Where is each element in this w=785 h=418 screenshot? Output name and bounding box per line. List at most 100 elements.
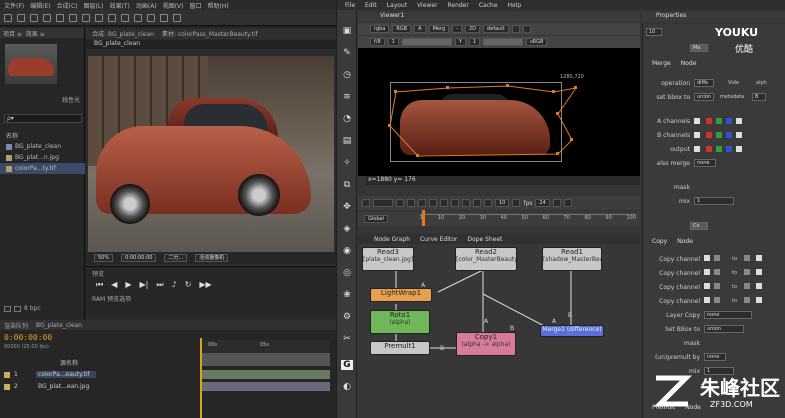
merge-node-name[interactable]: Me — [690, 44, 708, 52]
layer-name[interactable]: colorPa...eauty.tif — [36, 371, 96, 378]
layer-copy-dropdown[interactable]: none — [704, 311, 752, 319]
last-frame-button[interactable] — [473, 199, 481, 207]
camera-tool-icon[interactable] — [56, 13, 64, 22]
gain-field[interactable]: 1 — [387, 38, 399, 46]
project-search-input[interactable]: ρ▾ — [4, 114, 82, 123]
timecode-display[interactable]: 0:00:00:00 — [4, 333, 52, 342]
project-list-header[interactable]: 名称 — [0, 130, 85, 141]
rotate-tool-icon[interactable] — [43, 13, 51, 22]
camera-dropdown[interactable]: 活动摄像机 — [195, 254, 229, 262]
increment-field[interactable]: 10 — [495, 199, 510, 207]
bbox-dropdown[interactable]: union — [694, 93, 714, 101]
layer-label-color[interactable] — [4, 383, 10, 390]
gamma-slider[interactable] — [483, 38, 524, 46]
folder-icon[interactable] — [14, 305, 21, 312]
next-keyframe-button[interactable] — [462, 199, 470, 207]
channel-checkboxes[interactable] — [694, 116, 774, 156]
layer-label-color[interactable] — [4, 371, 10, 378]
ae-menu-item[interactable]: 效果(T) — [110, 1, 130, 10]
tab-effects[interactable]: 效果 ≡ — [26, 29, 45, 38]
play-icon[interactable]: ▶ — [125, 280, 131, 290]
unpremult-dropdown[interactable]: none — [704, 353, 726, 361]
back-increment-button[interactable] — [484, 199, 492, 207]
tab-copy[interactable]: Copy — [652, 238, 667, 245]
video-colorspace-label[interactable]: Vide — [728, 80, 739, 86]
input-a-dropdown[interactable]: A — [414, 25, 426, 33]
ae-menu-item[interactable]: 帮助(H) — [208, 1, 229, 10]
current-time-field[interactable]: 0:00:00:00 — [121, 254, 157, 262]
play-backward-button[interactable] — [429, 199, 437, 207]
node-roto[interactable]: Roto1 (alpha) — [370, 310, 430, 334]
ram-preview-options[interactable]: RAM 预览选项 — [86, 290, 336, 307]
copy-node-name[interactable]: Co — [690, 222, 708, 230]
prev-keyframe-button[interactable] — [407, 199, 415, 207]
trash-icon[interactable] — [4, 305, 11, 312]
node-read2[interactable]: Read2 [color_MasterBeauty.tif] — [455, 247, 517, 271]
lock-icon[interactable] — [362, 199, 370, 207]
channel-tool-icon[interactable]: ≡ — [341, 92, 353, 102]
nuke-menu-item[interactable]: Layout — [387, 2, 407, 9]
work-area-bar[interactable] — [200, 354, 330, 366]
tab-composition[interactable]: 合成: BG_plate_clean — [92, 29, 154, 38]
audio-icon[interactable]: ♪ — [172, 280, 177, 290]
image-tool-icon[interactable]: ▣ — [341, 26, 353, 36]
next-frame-button[interactable] — [451, 199, 459, 207]
tab-project[interactable]: 项目 ≡ — [3, 29, 22, 38]
cache-button[interactable] — [563, 199, 572, 207]
roto-shape-overlay[interactable] — [358, 48, 640, 176]
layer-duration-bar[interactable] — [202, 370, 330, 379]
also-merge-dropdown[interactable]: none — [694, 159, 716, 167]
transform-tool-icon[interactable]: ✥ — [341, 202, 353, 212]
preview-tab[interactable]: 预览 — [86, 267, 336, 280]
nuke-menu-item[interactable]: Viewer — [417, 2, 437, 9]
display-channel-dropdown[interactable]: RGB — [392, 25, 412, 33]
roto-points[interactable] — [388, 84, 577, 157]
alpha-masking-label[interactable]: alph — [756, 80, 767, 86]
ram-preview-icon[interactable]: ▶▶ — [199, 280, 211, 290]
puppet-tool-icon[interactable] — [173, 13, 181, 22]
node-lightwrap[interactable]: LightWrap1 — [370, 288, 432, 302]
view-layout-dropdown[interactable]: 二分... — [164, 254, 188, 262]
view-mode-dropdown[interactable]: 2D — [464, 25, 480, 33]
tab-node-graph[interactable]: Node Graph — [374, 236, 410, 243]
furnace-tool-icon[interactable]: ◐ — [341, 382, 353, 392]
eraser-tool-icon[interactable] — [147, 13, 155, 22]
ae-menu-item[interactable]: 编辑(E) — [30, 1, 50, 10]
channels-dropdown[interactable]: rgba — [370, 25, 390, 33]
play-forward-button[interactable] — [440, 199, 448, 207]
text-tool-icon[interactable] — [108, 13, 116, 22]
max-panels-field[interactable]: 10 — [646, 28, 662, 36]
3d-tool-icon[interactable]: ◈ — [341, 224, 353, 234]
timeline-layer-row[interactable]: 2 BG_plat...ean.jpg — [0, 381, 336, 392]
filter-tool-icon[interactable]: ▤ — [341, 136, 353, 146]
pan-behind-tool-icon[interactable] — [69, 13, 77, 22]
bit-depth-label[interactable]: 8 bpc — [24, 305, 41, 312]
merge-mode-dropdown[interactable]: Merg — [428, 25, 450, 33]
hand-tool-icon[interactable] — [17, 13, 25, 22]
tab-curve-editor[interactable]: Curve Editor — [420, 236, 457, 243]
nuke-menu-item[interactable]: Cache — [479, 2, 498, 9]
brush-tool-icon[interactable] — [121, 13, 129, 22]
copy-channel-checkboxes[interactable] — [704, 254, 774, 306]
gamma-field[interactable]: 1 — [468, 38, 481, 46]
colorspace-dropdown[interactable]: sRGB — [526, 38, 548, 46]
ae-menu-item[interactable]: 合成(C) — [57, 1, 78, 10]
gain-slider[interactable] — [401, 38, 452, 46]
ae-menu-item[interactable]: 图层(L) — [84, 1, 104, 10]
nuke-menu-item[interactable]: Edit — [365, 2, 377, 9]
keyer-tool-icon[interactable]: ✧ — [341, 158, 353, 168]
zoom-tool-icon[interactable] — [30, 13, 38, 22]
first-frame-button[interactable] — [396, 199, 404, 207]
pen-tool-icon[interactable] — [95, 13, 103, 22]
tab-dope-sheet[interactable]: Dope Sheet — [467, 236, 502, 243]
draw-tool-icon[interactable]: ✎ — [341, 48, 353, 58]
node-copy[interactable]: Copy1 (alpha -> alpha) — [456, 332, 516, 356]
ae-menu-item[interactable]: 窗口 — [189, 1, 201, 10]
timeline-playhead[interactable] — [200, 338, 202, 418]
time-tool-icon[interactable]: ◷ — [341, 70, 353, 80]
operation-dropdown[interactable]: diffe — [694, 79, 714, 87]
nuke-playhead[interactable] — [422, 210, 425, 226]
prev-frame-icon[interactable]: ◀ — [111, 280, 117, 290]
nuke-menu-item[interactable]: Help — [508, 2, 522, 9]
prev-frame-button[interactable] — [418, 199, 426, 207]
